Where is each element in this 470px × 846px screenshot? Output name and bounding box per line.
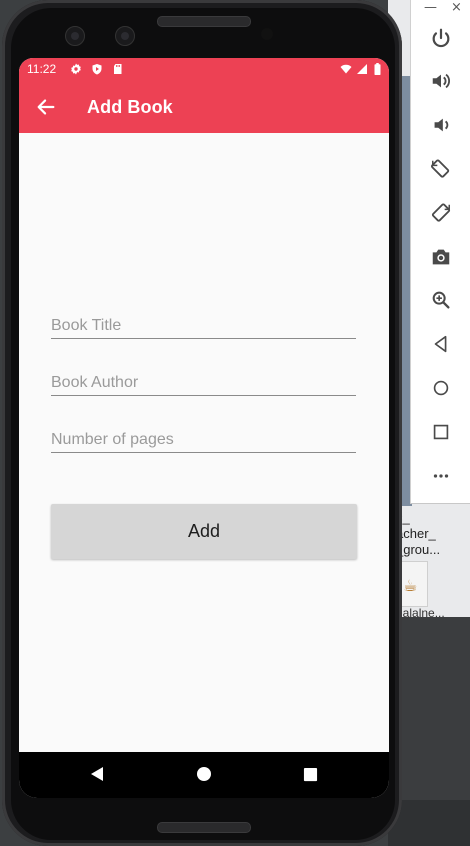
back-button[interactable] [411,324,470,364]
pages-field[interactable]: Number of pages [51,422,356,453]
back-icon [434,335,447,353]
rotate-left-icon [430,159,450,178]
zoom-icon [432,291,450,309]
settings-icon [71,63,81,75]
arrow-left-icon[interactable] [35,96,57,118]
shield-icon [92,64,102,75]
navigation-bar [19,752,389,798]
home-icon [433,380,449,396]
more-button[interactable] [411,456,470,496]
page-title: Add Book [87,97,173,117]
top-speaker [157,16,251,27]
pages-placeholder: Number of pages [51,431,174,448]
power-icon [432,28,450,48]
home-circle-icon[interactable] [196,766,212,782]
battery-icon [374,63,381,75]
proximity-sensor [261,28,273,40]
overview-button[interactable] [411,412,470,452]
home-button[interactable] [411,368,470,408]
app-bar: Add Book [19,82,389,133]
phone-frame: 11:22 Add Book Book Title Book Author Nu… [2,0,402,846]
wifi-icon [340,64,352,74]
desktop-label-line1: c_ [396,510,410,525]
volume-up-icon [432,73,450,89]
desktop-label-line2: acher_ [396,526,436,541]
rotate-right-button[interactable] [411,193,470,233]
zoom-button[interactable] [411,280,470,320]
rotate-right-icon [431,203,451,222]
minimize-button[interactable]: — [424,1,437,14]
camera-icon [432,249,450,265]
add-button[interactable]: Add [51,504,357,559]
power-button[interactable] [411,18,470,58]
java-file-icon[interactable]: ☕ [398,561,428,607]
more-icon [433,474,449,478]
emulator-toolbar: — × [410,0,470,504]
volume-down-icon [434,118,449,132]
front-camera [65,26,85,46]
sd-card-icon [114,64,122,74]
bottom-speaker [157,822,251,833]
back-triangle-icon[interactable] [89,766,105,782]
overview-icon [433,424,449,440]
desktop-label-line3: _grou... [396,542,441,557]
status-time: 11:22 [27,62,57,76]
close-button[interactable]: × [451,1,462,14]
signal-icon [357,64,367,74]
volume-up-button[interactable] [411,61,470,101]
status-bar: 11:22 [19,58,389,82]
rotate-left-button[interactable] [411,149,470,189]
recents-square-icon[interactable] [303,767,318,782]
book-title-placeholder: Book Title [51,317,122,334]
book-author-placeholder: Book Author [51,374,139,391]
book-title-field[interactable]: Book Title [51,308,356,339]
phone-screen: 11:22 Add Book Book Title Book Author Nu… [19,58,389,798]
volume-down-button[interactable] [411,105,470,145]
screenshot-button[interactable] [411,237,470,277]
book-author-field[interactable]: Book Author [51,365,356,396]
front-sensor [115,26,135,46]
